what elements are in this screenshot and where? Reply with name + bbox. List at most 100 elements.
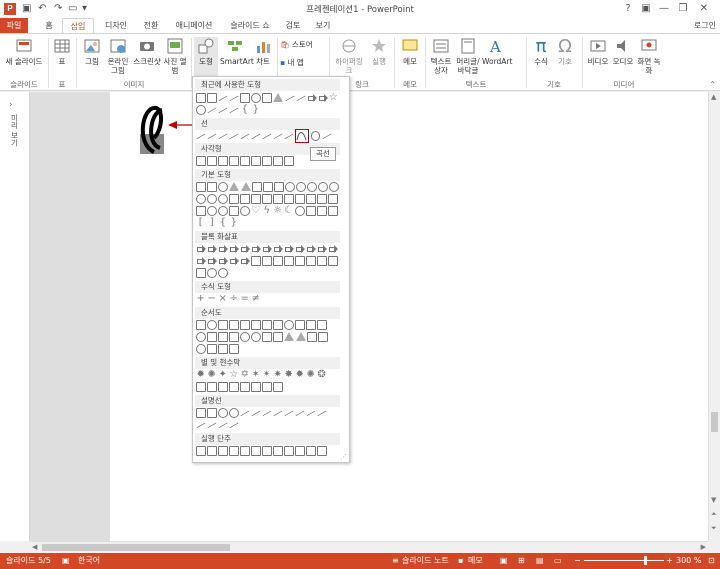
expand-panel-icon[interactable]: › <box>9 100 13 110</box>
elbow-connector-shape[interactable] <box>284 95 294 102</box>
wordart-button[interactable]: A WordArt <box>482 37 512 66</box>
zoom-in-icon[interactable]: + <box>666 553 673 569</box>
textbox-button[interactable]: 텍스트 상자 <box>428 37 454 75</box>
callout-ud-arrow-shape[interactable] <box>328 256 338 266</box>
flow-preparation-shape[interactable] <box>295 320 305 330</box>
scroll-right-arrow-icon[interactable]: ▶ <box>701 543 706 551</box>
elbow-connector-line[interactable] <box>229 133 239 140</box>
ribbon-up-shape[interactable] <box>196 382 206 392</box>
basic-block-arc-shape[interactable] <box>218 206 228 216</box>
resize-grip-icon[interactable]: ⋰ <box>340 453 347 461</box>
freeform-tool-shape[interactable] <box>310 131 320 141</box>
spellcheck-icon[interactable]: ▣ <box>62 553 70 569</box>
circular-arrow-shape[interactable] <box>207 268 217 278</box>
curved-ribbon-down-shape[interactable] <box>229 382 239 392</box>
normal-view-icon[interactable]: ▣ <box>500 553 508 569</box>
arrow-left-up-shape[interactable] <box>306 244 316 254</box>
video-button[interactable]: 비디오 <box>586 37 610 66</box>
basic-moon-shape[interactable]: ☾ <box>284 206 294 216</box>
basic-brace-pair-shape[interactable] <box>328 206 338 216</box>
star-shape[interactable]: ☆ <box>329 93 339 103</box>
action-return-shape[interactable] <box>262 446 272 456</box>
audio-button[interactable]: 오디오 <box>611 37 635 66</box>
basic-can-shape[interactable] <box>306 194 316 204</box>
basic-dodecagon-shape[interactable] <box>196 194 206 204</box>
basic-octagon-shape[interactable] <box>318 182 328 192</box>
flow-internal-storage-shape[interactable] <box>251 320 261 330</box>
new-slide-button[interactable]: 새 슬라이드 <box>2 37 46 66</box>
flow-collate-shape[interactable] <box>262 332 272 342</box>
basic-textbox-shape[interactable] <box>196 182 206 192</box>
line-callout10-shape[interactable] <box>207 422 217 429</box>
flow-merge-shape[interactable] <box>295 332 306 341</box>
arrow-u-turn-shape[interactable] <box>295 244 305 254</box>
scroll-up-arrow-icon[interactable]: ▲ <box>711 93 716 101</box>
store-button[interactable]: 🛍 스토어 <box>280 40 328 49</box>
basic-bevel-shape[interactable] <box>328 194 338 204</box>
scroll-thumb[interactable] <box>711 412 718 432</box>
flow-magnetic-disk-shape[interactable] <box>207 344 217 354</box>
vertical-scrollbar[interactable]: ▲ ▼ ⏶ ⏷ <box>708 92 720 541</box>
picture-button[interactable]: 그림 <box>80 37 104 66</box>
photo-album-button[interactable]: 사진 앨범 <box>162 37 188 75</box>
zoom-out-icon[interactable]: − <box>574 553 581 569</box>
equation-button[interactable]: π 수식 <box>530 37 552 67</box>
textbox-shape[interactable] <box>196 93 206 103</box>
action-help-shape[interactable] <box>306 446 316 456</box>
arrow-right-shape[interactable] <box>196 244 206 254</box>
tab-home[interactable]: 홈 <box>36 18 62 33</box>
scribble-shape[interactable] <box>229 107 239 114</box>
screen-record-button[interactable]: 화면 녹화 <box>636 37 662 75</box>
vertical-scroll-shape[interactable] <box>240 382 250 392</box>
action-document-shape[interactable] <box>284 446 294 456</box>
curved-arrow-line[interactable] <box>273 133 283 140</box>
online-picture-button[interactable]: 온라인 그림 <box>104 37 132 75</box>
rect-round4-shape[interactable] <box>273 156 283 166</box>
rect-callout-shape[interactable] <box>196 408 206 418</box>
star5-shape[interactable]: ☆ <box>229 370 239 380</box>
flow-seq-storage-shape[interactable] <box>196 344 206 354</box>
arrow-notched-shape[interactable] <box>240 256 250 266</box>
flow-direct-storage-shape[interactable] <box>218 344 228 354</box>
comments-button[interactable]: 메모 <box>468 553 483 569</box>
minus-shape[interactable]: − <box>207 294 217 304</box>
rect-rounded-shape[interactable] <box>207 156 217 166</box>
tab-transitions[interactable]: 전환 <box>136 18 166 33</box>
arrow-down-shape[interactable] <box>229 244 239 254</box>
flow-document-shape[interactable] <box>262 320 272 330</box>
line-callout5-shape[interactable] <box>284 410 294 417</box>
basic-frame-shape[interactable] <box>240 194 250 204</box>
basic-right-triangle-shape[interactable] <box>240 182 251 191</box>
rounded-rect-callout-shape[interactable] <box>207 408 217 418</box>
flow-connector-shape[interactable] <box>196 332 206 342</box>
next-slide-icon[interactable]: ⏷ <box>711 524 717 533</box>
action-end-shape[interactable] <box>229 446 239 456</box>
callout-down-arrow-shape[interactable] <box>306 256 316 266</box>
basic-triangle-shape[interactable] <box>229 182 239 191</box>
arrow-left-right-up-shape[interactable] <box>273 244 283 254</box>
basic-cloud-shape[interactable] <box>295 206 305 216</box>
table-button[interactable]: 표 <box>52 37 72 66</box>
rect-round3-shape[interactable] <box>262 156 272 166</box>
line-callout3-shape[interactable] <box>262 410 272 417</box>
rect-shape[interactable] <box>196 156 206 166</box>
ribbon-display-icon[interactable]: ▣ <box>636 1 656 16</box>
arrow-up-shape[interactable] <box>218 244 228 254</box>
line-callout9-shape[interactable] <box>196 422 206 429</box>
wave-shape[interactable] <box>262 382 272 392</box>
action-sound-shape[interactable] <box>295 446 305 456</box>
action-info-shape[interactable] <box>251 446 261 456</box>
basic-sun-shape[interactable]: ☼ <box>273 206 283 216</box>
star4-shape[interactable]: ✦ <box>218 370 228 380</box>
basic-teardrop-shape[interactable] <box>229 194 239 204</box>
basic-cube-shape[interactable] <box>317 194 327 204</box>
action-forward-shape[interactable] <box>207 446 217 456</box>
help-button[interactable]: ? <box>618 1 638 16</box>
arrow-curved-up-shape[interactable] <box>207 256 217 266</box>
notes-button[interactable]: 슬라이드 노트 <box>402 553 449 569</box>
basic-arc-shape[interactable] <box>306 206 316 216</box>
flow-display-shape[interactable] <box>229 344 239 354</box>
line-arrow-shape[interactable] <box>207 133 217 140</box>
basic-donut-shape[interactable] <box>196 206 206 216</box>
divide-shape[interactable]: ÷ <box>229 294 239 304</box>
